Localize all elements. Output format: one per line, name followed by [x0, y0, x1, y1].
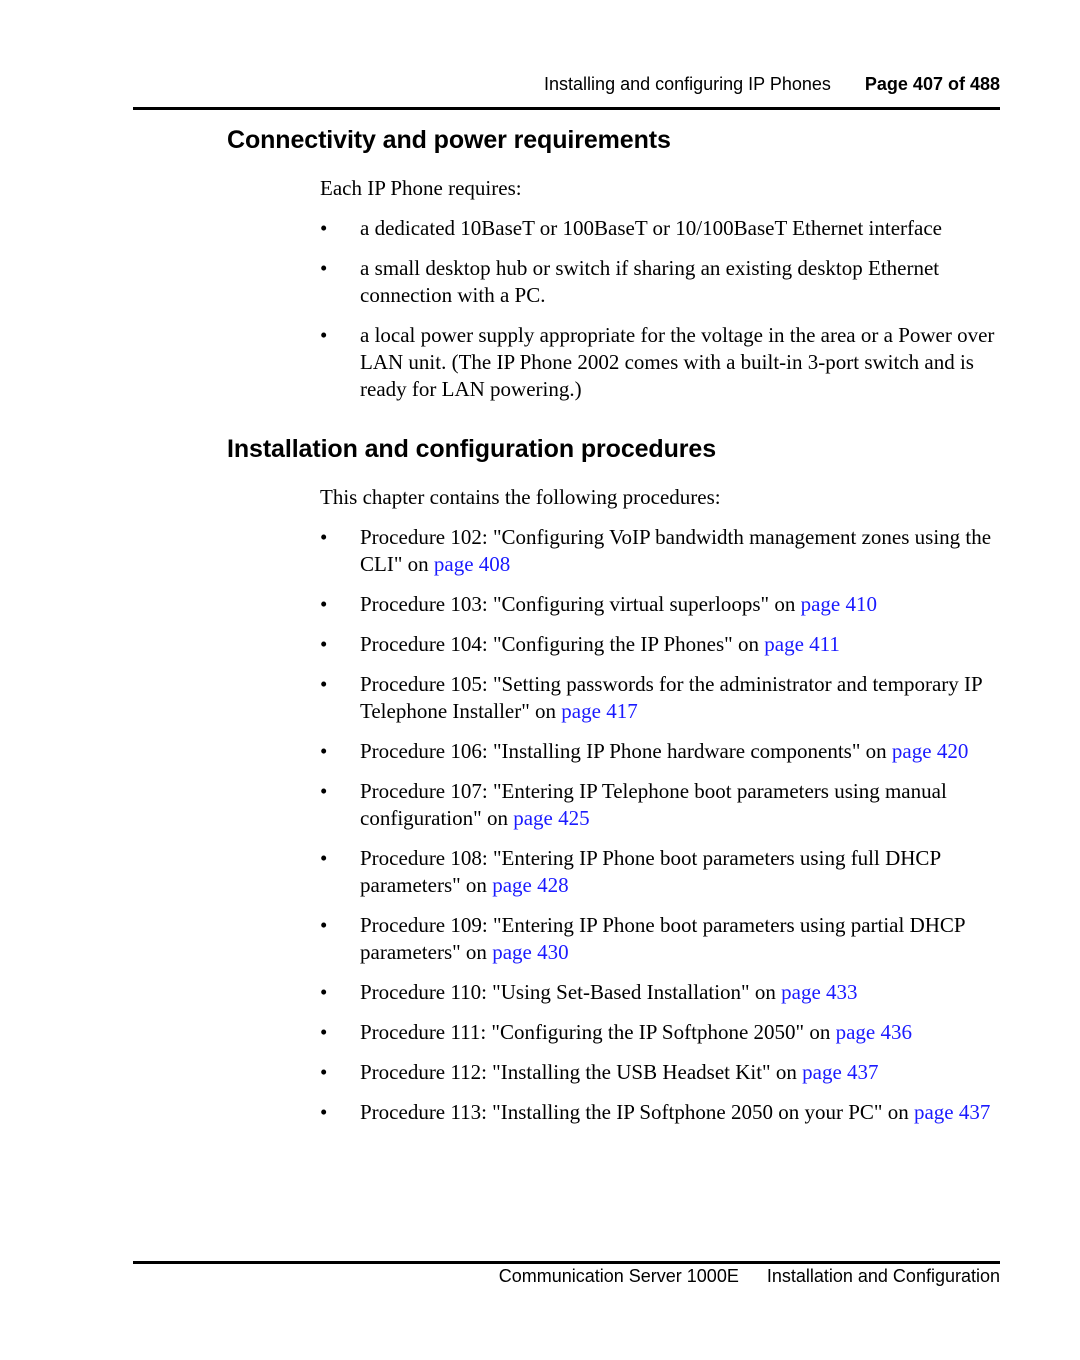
connectivity-intro: Each IP Phone requires: [320, 176, 522, 200]
page-link[interactable]: page 437 [802, 1060, 878, 1084]
page-link[interactable]: page 410 [801, 592, 877, 616]
procedures-list: • Procedure 102: "Configuring VoIP bandwi… [320, 524, 1010, 1126]
connectivity-heading: Connectivity and power requirements [227, 126, 671, 154]
list-item: • a dedicated 10BaseT or 100BaseT or 10/… [320, 215, 1010, 242]
installation-heading: Installation and configuration procedure… [227, 435, 717, 463]
bullet-icon: • [320, 980, 328, 1004]
procedure-text: Procedure 110: "Using Set-Based Installa… [360, 980, 782, 1004]
page-footer: Communication Server 1000E Installation … [499, 1266, 1000, 1287]
bullet-icon: • [320, 216, 328, 240]
page-link[interactable]: page 408 [434, 552, 510, 576]
list-item: • Procedure 104: "Configuring the IP Phon… [320, 631, 1010, 658]
bullet-icon: • [320, 913, 328, 937]
connectivity-section: Each IP Phone requires: • a dedicated 10… [320, 175, 1010, 416]
page-header: Installing and configuring IP Phones Pag… [544, 74, 1000, 95]
list-item: • Procedure 105: "Setting passwords for t… [320, 671, 1010, 725]
list-item: • Procedure 102: "Configuring VoIP bandwi… [320, 524, 1010, 578]
bullet-icon: • [320, 525, 328, 549]
procedure-text: Procedure 108: "Entering IP Phone boot p… [360, 846, 941, 897]
page-link[interactable]: page 411 [764, 632, 840, 656]
list-item: • a small desktop hub or switch if shari… [320, 255, 1010, 309]
list-item: • a local power supply appropriate for t… [320, 322, 1010, 403]
page-link[interactable]: page 428 [492, 873, 568, 897]
procedure-text: Procedure 111: "Configuring the IP Softp… [360, 1020, 836, 1044]
procedure-text: Procedure 106: "Installing IP Phone hard… [360, 739, 892, 763]
installation-section: This chapter contains the following proc… [320, 484, 1010, 1139]
page-link[interactable]: page 425 [513, 806, 589, 830]
procedure-text: Procedure 113: "Installing the IP Softph… [360, 1100, 914, 1124]
requirement-text: a small desktop hub or switch if sharing… [360, 256, 940, 307]
bullet-icon: • [320, 632, 328, 656]
requirements-list: • a dedicated 10BaseT or 100BaseT or 10/… [320, 215, 1010, 403]
header-section-title: Installing and configuring IP Phones [544, 74, 831, 94]
bullet-icon: • [320, 846, 328, 870]
requirement-text: a dedicated 10BaseT or 100BaseT or 10/10… [360, 216, 942, 240]
procedure-text: Procedure 112: "Installing the USB Heads… [360, 1060, 803, 1084]
list-item: • Procedure 111: "Configuring the IP Soft… [320, 1019, 1010, 1046]
list-item: • Procedure 109: "Entering IP Phone boot … [320, 912, 1010, 966]
list-item: • Procedure 110: "Using Set-Based Install… [320, 979, 1010, 1006]
page-link[interactable]: page 417 [561, 699, 637, 723]
bullet-icon: • [320, 779, 328, 803]
footer-doc-title: Installation and Configuration [766, 1266, 1000, 1286]
page-link[interactable]: page 437 [914, 1100, 990, 1124]
procedure-text: Procedure 109: "Entering IP Phone boot p… [360, 913, 965, 964]
page-link[interactable]: page 433 [781, 980, 857, 1004]
procedure-text: Procedure 104: "Configuring the IP Phone… [360, 632, 765, 656]
list-item: • Procedure 107: "Entering IP Telephone b… [320, 778, 1010, 832]
bullet-icon: • [320, 323, 328, 347]
bullet-icon: • [320, 1100, 328, 1124]
footer-product-name: Communication Server 1000E [498, 1266, 739, 1286]
bullet-icon: • [320, 1020, 328, 1044]
list-item: • Procedure 113: "Installing the IP Softp… [320, 1099, 1010, 1126]
procedure-text: Procedure 105: "Setting passwords for th… [360, 672, 982, 723]
page-link[interactable]: page 430 [492, 940, 568, 964]
bullet-icon: • [320, 256, 328, 280]
page-link[interactable]: page 420 [892, 739, 968, 763]
list-item: • Procedure 112: "Installing the USB Head… [320, 1059, 1010, 1086]
list-item: • Procedure 108: "Entering IP Phone boot … [320, 845, 1010, 899]
procedure-text: Procedure 107: "Entering IP Telephone bo… [360, 779, 947, 830]
footer-divider [133, 1261, 1000, 1264]
bullet-icon: • [320, 739, 328, 763]
header-page-number: Page 407 of 488 [864, 74, 1000, 94]
procedure-text: Procedure 103: "Configuring virtual supe… [360, 592, 801, 616]
bullet-icon: • [320, 1060, 328, 1084]
list-item: • Procedure 103: "Configuring virtual sup… [320, 591, 1010, 618]
page-link[interactable]: page 436 [836, 1020, 912, 1044]
list-item: • Procedure 106: "Installing IP Phone har… [320, 738, 1010, 765]
bullet-icon: • [320, 592, 328, 616]
bullet-icon: • [320, 672, 328, 696]
requirement-text: a local power supply appropriate for the… [360, 323, 995, 401]
installation-intro: This chapter contains the following proc… [320, 485, 721, 509]
header-divider [133, 107, 1000, 110]
